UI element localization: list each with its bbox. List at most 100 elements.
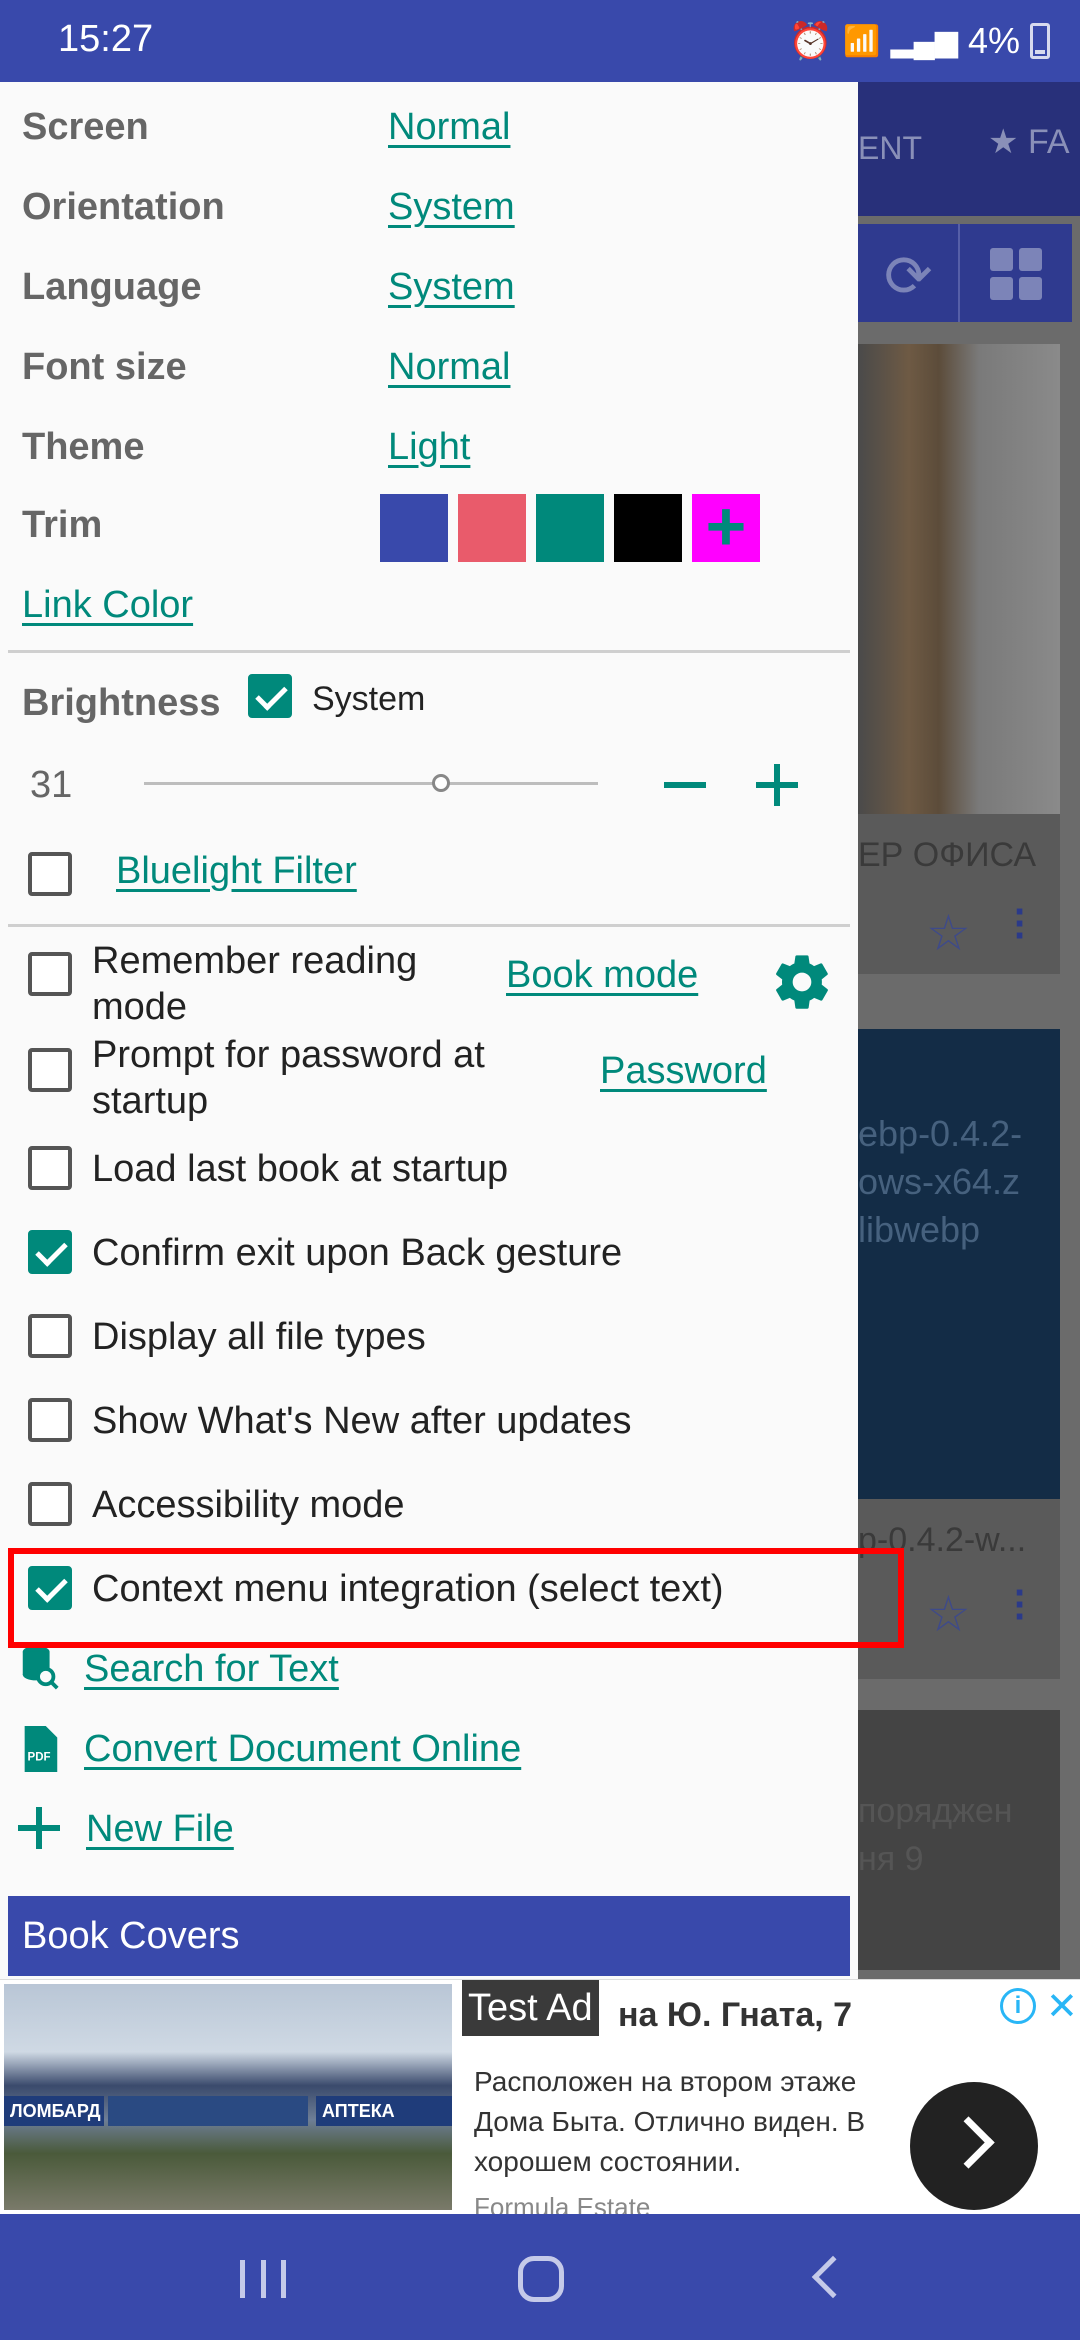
status-bar: 15:27 ⏰ 📶 ▂▄▆ 4% xyxy=(0,0,1080,82)
orientation-label: Orientation xyxy=(22,186,225,228)
trim-color-swatch[interactable] xyxy=(458,494,526,562)
wifi-icon: 📶 xyxy=(843,24,881,58)
brightness-decrease-icon[interactable] xyxy=(664,782,706,788)
star-icon: ☆ xyxy=(926,905,971,961)
background-toolbar: ⟳ xyxy=(858,224,1072,322)
link-color-link[interactable]: Link Color xyxy=(22,584,193,627)
divider xyxy=(8,924,850,927)
background-app: ENT ★ FA ⟳ ЕР ОФИСА ☆ · · · ebp-0.4.2- ows… xyxy=(858,82,1080,2214)
background-tab-favorites-label: FA xyxy=(1027,123,1070,161)
refresh-icon: ⟳ xyxy=(884,244,933,309)
chevron-right-icon[interactable] xyxy=(910,2082,1038,2210)
background-tab-bar: ENT ★ FA xyxy=(858,82,1080,216)
trim-color-swatch[interactable] xyxy=(536,494,604,562)
screen-label: Screen xyxy=(22,106,149,148)
language-label: Language xyxy=(22,266,202,308)
show-whats-new-label: Show What's New after updates xyxy=(92,1400,632,1442)
brightness-system-checkbox[interactable] xyxy=(248,674,292,718)
navigation-bar xyxy=(0,2214,1080,2340)
trim-label: Trim xyxy=(22,504,103,546)
remember-reading-mode-label: Remember reading mode xyxy=(92,940,418,1028)
remember-reading-mode-checkbox[interactable] xyxy=(28,952,72,996)
ad-image-sign: ЛОМБАРД xyxy=(4,2096,104,2126)
font-size-label: Font size xyxy=(22,346,187,388)
orientation-value-link[interactable]: System xyxy=(388,186,515,229)
background-book-card: поряджен ня 9 xyxy=(858,1710,1060,1970)
status-time: 15:27 xyxy=(58,18,154,60)
battery-icon xyxy=(1030,23,1050,59)
font-size-value-link[interactable]: Normal xyxy=(388,346,510,389)
alarm-icon: ⏰ xyxy=(788,20,834,61)
book-cover-image xyxy=(858,344,1060,814)
display-all-file-types-label: Display all file types xyxy=(92,1316,426,1358)
display-all-file-types-checkbox[interactable] xyxy=(28,1314,72,1358)
cover-text: поряджен xyxy=(858,1792,1013,1830)
ad-description: Расположен на втором этаже Дома Быта. От… xyxy=(474,2066,866,2177)
plus-bar xyxy=(774,764,780,806)
back-button[interactable] xyxy=(811,2255,855,2299)
prompt-password-checkbox[interactable] xyxy=(28,1048,72,1092)
bluelight-filter-checkbox[interactable] xyxy=(28,852,72,896)
divider xyxy=(8,650,850,653)
language-value-link[interactable]: System xyxy=(388,266,515,309)
cover-text: ows-x64.z xyxy=(858,1161,1021,1202)
settings-drawer: Screen Normal Orientation System Languag… xyxy=(0,82,858,1979)
signal-icon: ▂▄▆ xyxy=(890,24,958,58)
confirm-exit-label: Confirm exit upon Back gesture xyxy=(92,1232,623,1274)
load-last-book-label: Load last book at startup xyxy=(92,1148,509,1190)
load-last-book-checkbox[interactable] xyxy=(28,1146,72,1190)
new-file-link[interactable]: New File xyxy=(86,1808,234,1851)
book-cover-image xyxy=(858,1029,1060,1499)
info-icon[interactable]: i xyxy=(1000,1988,1036,2024)
more-icon: · · · xyxy=(1014,890,1028,958)
prompt-password-label: Prompt for password at startup xyxy=(92,1034,485,1122)
close-icon[interactable]: ✕ xyxy=(1046,1984,1078,2029)
toolbar-divider xyxy=(958,224,960,322)
recent-apps-button[interactable] xyxy=(240,2260,286,2298)
brightness-slider[interactable] xyxy=(144,782,598,785)
accessibility-mode-checkbox[interactable] xyxy=(28,1482,72,1526)
brightness-label: Brightness xyxy=(22,682,221,724)
cover-text: libwebp xyxy=(858,1209,981,1250)
show-whats-new-checkbox[interactable] xyxy=(28,1398,72,1442)
background-tab-favorites: ★ FA xyxy=(988,123,1070,161)
cover-text: ня 9 xyxy=(858,1840,924,1878)
add-color-icon[interactable]: + xyxy=(692,491,760,562)
grid-view-icon xyxy=(990,248,1042,300)
book-mode-link[interactable]: Book mode xyxy=(506,954,698,997)
plus-bar xyxy=(36,1807,42,1849)
status-icons: ⏰ 📶 ▂▄▆ 4% xyxy=(788,16,1050,66)
search-database-icon xyxy=(22,1645,59,1690)
star-icon: ☆ xyxy=(926,1586,971,1642)
theme-value-link[interactable]: Light xyxy=(388,426,470,469)
trim-color-swatch[interactable] xyxy=(380,494,448,562)
gear-icon[interactable] xyxy=(770,950,834,1014)
book-covers-section-header[interactable]: Book Covers xyxy=(8,1896,850,1976)
test-ad-tag: Test Ad xyxy=(462,1980,599,2036)
cover-text: ebp-0.4.2- xyxy=(858,1113,1023,1154)
ad-source: Formula Estate xyxy=(474,2192,651,2214)
ad-title[interactable]: на Ю. Гната, 7 xyxy=(618,1996,852,2035)
bluelight-filter-link[interactable]: Bluelight Filter xyxy=(116,850,357,893)
accessibility-mode-label: Accessibility mode xyxy=(92,1484,405,1526)
ad-image[interactable]: ЛОМБАРД АПТЕКА xyxy=(4,1984,452,2210)
ad-banner[interactable]: ЛОМБАРД АПТЕКА Test Ad на Ю. Гната, 7 i … xyxy=(0,1979,1080,2214)
svg-text:PDF: PDF xyxy=(28,1752,51,1764)
convert-document-online-link[interactable]: Convert Document Online xyxy=(84,1728,521,1771)
pdf-icon: PDF xyxy=(24,1726,58,1772)
brightness-system-label: System xyxy=(312,680,426,718)
background-tab-recent: ENT xyxy=(858,130,922,166)
brightness-slider-thumb[interactable] xyxy=(432,774,450,792)
theme-label: Theme xyxy=(22,426,145,468)
highlight-box xyxy=(8,1548,904,1648)
trim-color-swatch[interactable] xyxy=(614,494,682,562)
ad-image-sign xyxy=(108,2096,308,2126)
search-for-text-link[interactable]: Search for Text xyxy=(84,1648,339,1691)
home-button[interactable] xyxy=(518,2256,564,2302)
brightness-value: 31 xyxy=(30,764,73,806)
battery-percent: 4% xyxy=(967,20,1020,61)
confirm-exit-checkbox[interactable] xyxy=(28,1230,72,1274)
password-link[interactable]: Password xyxy=(600,1050,767,1093)
ad-image-sign: АПТЕКА xyxy=(316,2096,452,2126)
screen-value-link[interactable]: Normal xyxy=(388,106,510,149)
